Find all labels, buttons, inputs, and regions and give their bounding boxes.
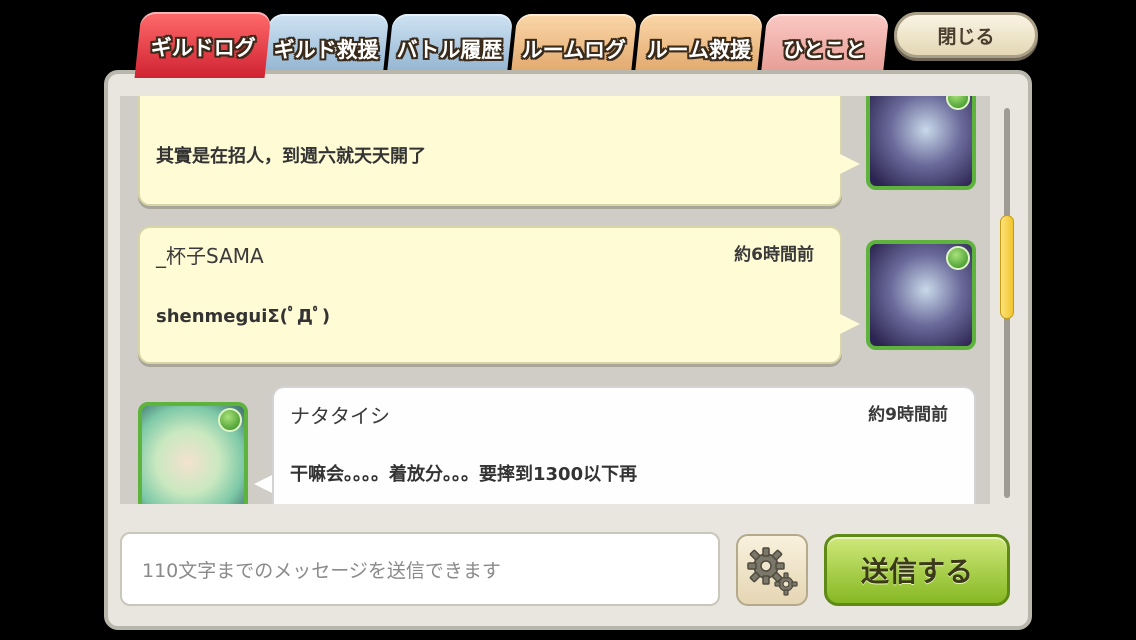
tab-hitokoto[interactable]: ひとこと xyxy=(760,14,890,76)
sender-name: _杯子SAMA xyxy=(156,244,264,268)
message-text: shenmeguiΣ(ﾟДﾟ) xyxy=(156,306,331,327)
bubble-tail xyxy=(840,314,860,334)
chat-log[interactable]: 其實是在招人，到週六就天天開了 _杯子SAMA 約6時間前 shenmeguiΣ… xyxy=(120,96,990,504)
message-input-placeholder: 110文字までのメッセージを送信できます xyxy=(142,559,501,582)
send-button-label: 送信する xyxy=(860,555,973,588)
scrollbar-thumb[interactable] xyxy=(1000,215,1014,319)
message-text: 干嘛会。。。。着放分。。。要摔到1300以下再 xyxy=(290,464,638,485)
player-avatar[interactable] xyxy=(866,96,976,190)
bubble-tail xyxy=(254,474,274,494)
tab-hitokoto-label: ひとこと xyxy=(782,38,867,62)
close-button[interactable]: 閉じる xyxy=(894,12,1038,58)
tab-room-log-label: ルームログ xyxy=(521,38,626,62)
tab-room-log[interactable]: ルームログ xyxy=(510,14,638,76)
player-avatar[interactable] xyxy=(866,240,976,350)
settings-gear-icon xyxy=(747,547,798,596)
sender-name: ナタタイシ xyxy=(290,404,390,428)
guild-badge-icon xyxy=(218,408,242,432)
tab-room-rescue-label: ルーム救援 xyxy=(646,38,751,62)
tab-room-rescue[interactable]: ルーム救援 xyxy=(634,14,764,76)
chat-message-own: 其實是在招人，到週六就天天開了 xyxy=(138,96,842,206)
tab-battle-history[interactable]: バトル履歴 xyxy=(386,14,514,76)
message-time: 約9時間前 xyxy=(868,405,948,425)
player-avatar[interactable] xyxy=(138,402,248,504)
bubble-tail xyxy=(840,154,860,174)
close-button-label: 閉じる xyxy=(937,25,995,48)
tab-battle-history-label: バトル履歴 xyxy=(396,38,503,62)
send-button[interactable]: 送信する xyxy=(824,534,1010,606)
message-text: 其實是在招人，到週六就天天開了 xyxy=(156,146,426,167)
tab-guild-log[interactable]: ギルドログ xyxy=(134,12,272,78)
chat-message-other: ナタタイシ 約9時間前 干嘛会。。。。着放分。。。要摔到1300以下再 xyxy=(272,386,976,504)
chat-message-own: _杯子SAMA 約6時間前 shenmeguiΣ(ﾟДﾟ) xyxy=(138,226,842,364)
settings-button[interactable] xyxy=(736,534,808,606)
guild-badge-icon xyxy=(946,246,970,270)
tab-guild-rescue[interactable]: ギルド救援 xyxy=(262,14,390,76)
message-input[interactable]: 110文字までのメッセージを送信できます xyxy=(120,532,720,606)
message-time: 約6時間前 xyxy=(734,245,814,265)
tab-guild-log-label: ギルドログ xyxy=(150,36,256,60)
guild-badge-icon xyxy=(946,96,970,110)
tab-guild-rescue-label: ギルド救援 xyxy=(273,38,379,62)
